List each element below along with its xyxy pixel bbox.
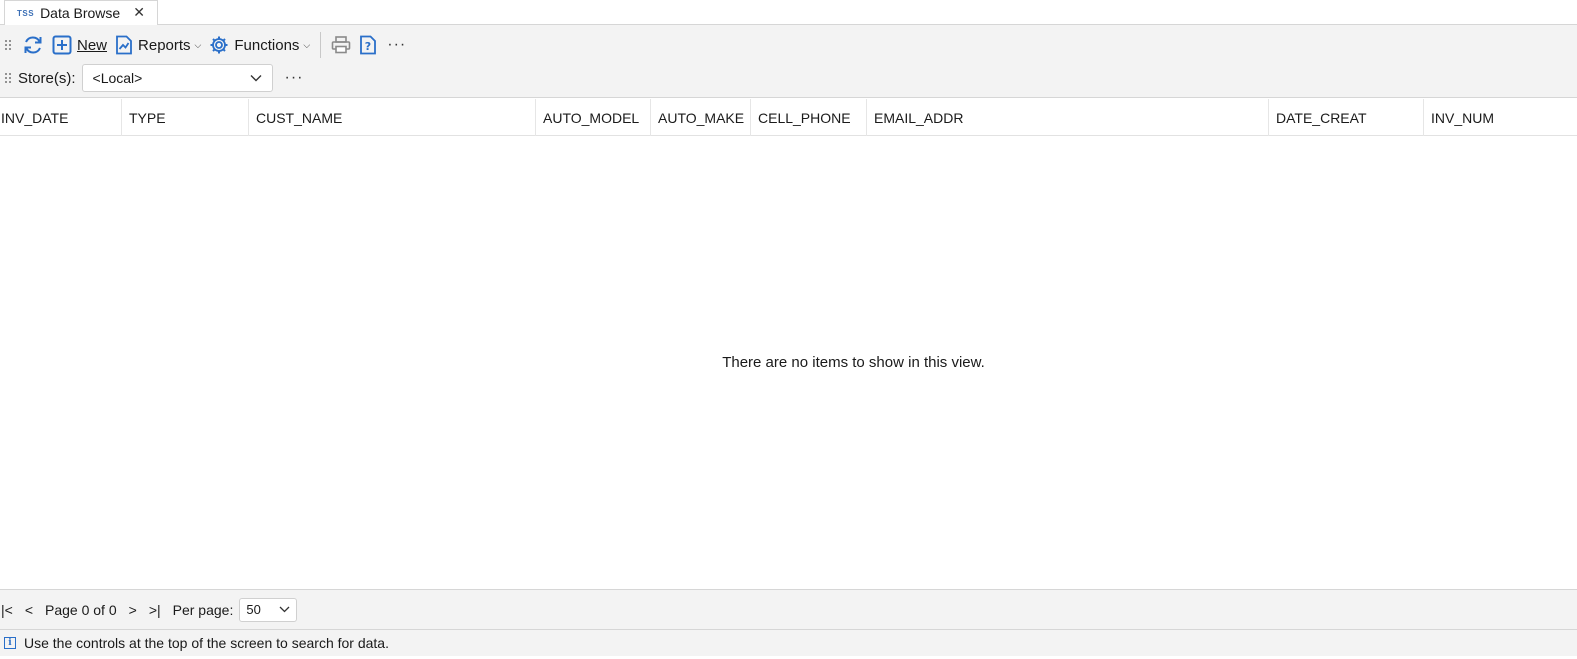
status-message: Use the controls at the top of the scree… <box>24 635 389 651</box>
functions-label: Functions <box>234 36 300 54</box>
page-indicator: Page 0 of 0 <box>45 601 117 618</box>
last-page-button[interactable]: >| <box>143 602 167 618</box>
help-document-icon: ? <box>360 35 377 55</box>
print-button[interactable] <box>327 31 355 59</box>
toolbar-row-actions: New Reports ⌵ Functions ⌵ ? ··· <box>0 29 412 61</box>
report-icon <box>116 35 132 55</box>
add-icon <box>52 35 72 55</box>
column-header-auto-model[interactable]: AUTO_MODEL <box>536 99 651 136</box>
column-header-inv-num[interactable]: INV_NUM <box>1424 99 1577 136</box>
functions-button[interactable]: Functions ⌵ <box>205 31 314 59</box>
toolbar-row-store: Store(s): <Local> ··· <box>0 62 310 94</box>
per-page-value: 50 <box>246 602 261 617</box>
store-more-button[interactable]: ··· <box>279 69 310 87</box>
store-select-value: <Local> <box>92 70 143 86</box>
prev-page-button[interactable]: < <box>19 602 39 618</box>
grip-handle-icon[interactable] <box>4 39 12 51</box>
next-page-button[interactable]: > <box>123 602 143 618</box>
column-header-date-creat[interactable]: DATE_CREAT <box>1269 99 1424 136</box>
column-header-cell-phone[interactable]: CELL_PHONE <box>751 99 867 136</box>
toolbar: New Reports ⌵ Functions ⌵ ? ··· Store(s)… <box>0 25 1577 98</box>
refresh-icon <box>24 36 42 54</box>
empty-message: There are no items to show in this view. <box>722 354 985 371</box>
chevron-down-icon: ⌵ <box>303 39 311 50</box>
printer-icon <box>331 36 351 54</box>
help-button[interactable]: ? <box>355 31 381 59</box>
first-page-button[interactable]: |< <box>0 602 19 618</box>
tss-icon: TSS <box>17 8 35 18</box>
column-header-cust-name[interactable]: CUST_NAME <box>249 99 536 136</box>
column-header-auto-make[interactable]: AUTO_MAKE <box>651 99 751 136</box>
grid-header: INV_DATE TYPE CUST_NAME AUTO_MODEL AUTO_… <box>0 99 1577 136</box>
chevron-down-icon <box>250 75 262 82</box>
close-icon[interactable]: ✕ <box>133 4 145 21</box>
store-label: Store(s): <box>18 69 76 87</box>
column-header-type[interactable]: TYPE <box>122 99 249 136</box>
reports-button[interactable]: Reports ⌵ <box>111 31 205 59</box>
gear-icon <box>210 36 228 54</box>
chevron-down-icon: ⌵ <box>194 39 202 50</box>
per-page-select[interactable]: 50 <box>239 597 298 622</box>
column-header-email-addr[interactable]: EMAIL_ADDR <box>867 99 1269 136</box>
new-button[interactable]: New <box>48 31 111 59</box>
new-label: New <box>77 36 108 54</box>
reports-label: Reports <box>138 36 191 54</box>
chevron-down-icon <box>279 606 290 613</box>
more-options-button[interactable]: ··· <box>381 36 412 54</box>
per-page-label: Per page: <box>172 601 234 618</box>
tab-label: Data Browse <box>40 5 121 21</box>
pager: |< < Page 0 of 0 > >| Per page: 50 <box>0 589 1577 629</box>
info-icon: i <box>4 637 16 649</box>
status-bar: i Use the controls at the top of the scr… <box>0 629 1577 656</box>
svg-text:?: ? <box>365 40 371 53</box>
toolbar-separator <box>320 32 322 58</box>
column-header-inv-date[interactable]: INV_DATE <box>0 99 122 136</box>
grid-body: There are no items to show in this view. <box>0 137 1577 588</box>
grip-handle-icon[interactable] <box>4 72 12 84</box>
tab-strip: TSS Data Browse ✕ <box>0 0 1577 25</box>
tab-data-browse[interactable]: TSS Data Browse ✕ <box>4 0 158 25</box>
store-select[interactable]: <Local> <box>81 64 273 92</box>
refresh-button[interactable] <box>18 31 48 59</box>
